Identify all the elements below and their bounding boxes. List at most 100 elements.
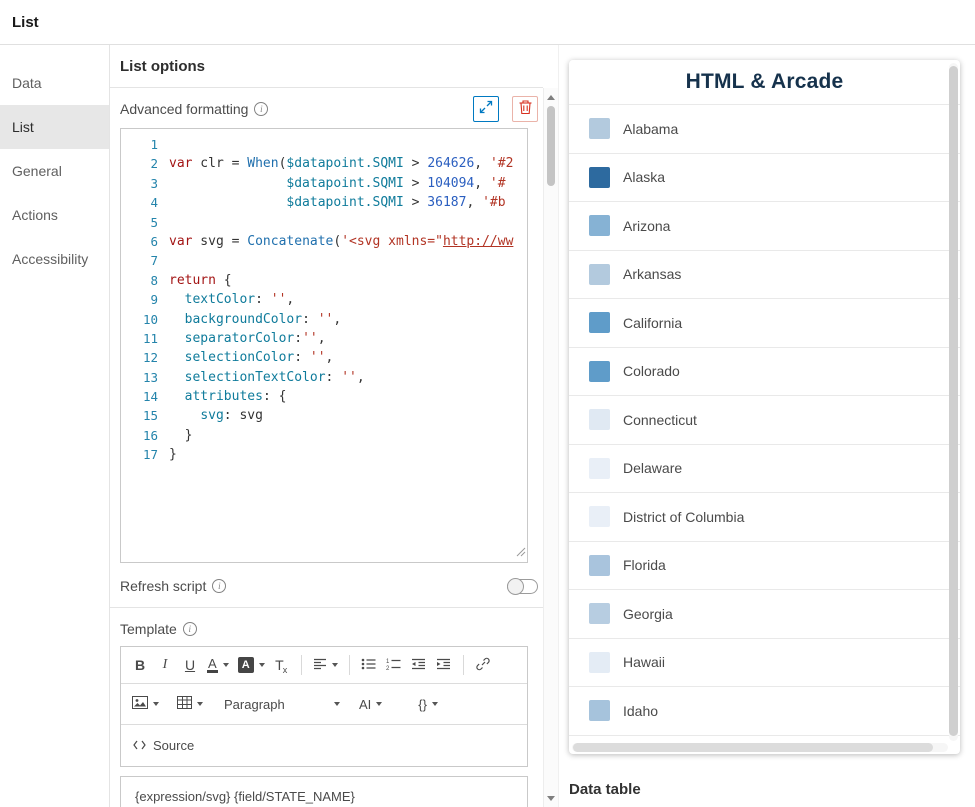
preview-horizontal-scrollbar[interactable] <box>572 743 948 752</box>
state-name: District of Columbia <box>623 508 745 525</box>
line-number: 1 <box>150 137 158 152</box>
list-item-arizona[interactable]: Arizona <box>569 202 960 251</box>
bulleted-list-icon <box>361 657 376 673</box>
list-item-arkansas[interactable]: Arkansas <box>569 250 960 299</box>
line-number: 7 <box>150 253 158 269</box>
refresh-script-label: Refresh script <box>120 578 207 594</box>
code-line: svg: svg <box>200 408 263 424</box>
clear-formatting-button[interactable]: Tx <box>270 652 293 678</box>
bold-button[interactable]: B <box>129 652 151 678</box>
sidebar-item-actions[interactable]: Actions <box>0 193 109 237</box>
template-label: Template <box>120 620 177 637</box>
line-number: 6 <box>150 233 158 249</box>
state-name: Hawaii <box>623 654 666 671</box>
toolbar-divider <box>300 655 302 675</box>
list-item-delaware[interactable]: Delaware <box>569 444 960 493</box>
expand-icon <box>479 100 493 119</box>
advanced-formatting-label: Advanced formatting <box>120 101 249 117</box>
paragraph-style-dropdown[interactable]: Paragraph <box>218 691 346 717</box>
italic-button[interactable]: I <box>154 652 176 678</box>
list-preview-card: HTML & Arcade Alabama Alaska Arizona Arkans… <box>569 60 960 754</box>
line-number: 4 <box>150 195 158 211</box>
list-item-california[interactable]: California <box>569 299 960 348</box>
line-number: 9 <box>150 292 158 308</box>
alignment-button[interactable] <box>309 652 341 678</box>
numbered-list-button[interactable]: 12 <box>382 652 405 678</box>
arcade-code-editor[interactable]: 1 2 3 4 5 6 7 8 9 10 11 12 13 14 15 16 17 var clr = When… <box>120 128 528 563</box>
link-button[interactable] <box>471 652 494 678</box>
code-line: var clr = When($datapoint.SQMI > 264626,… <box>169 156 514 172</box>
insert-table-button[interactable] <box>174 691 206 717</box>
code-line: textColor: '', <box>184 292 295 308</box>
state-color-swatch <box>589 215 610 237</box>
line-number: 5 <box>150 214 158 230</box>
code-line: var svg = Concatenate('<svg xmlns="http:… <box>169 233 514 249</box>
dynamic-content-label: {} <box>418 696 427 712</box>
scrollbar-thumb[interactable] <box>547 106 555 186</box>
state-color-swatch <box>589 118 610 140</box>
state-name: Georgia <box>623 605 673 622</box>
list-item-idaho[interactable]: Idaho <box>569 687 960 736</box>
increase-indent-button[interactable] <box>432 652 455 678</box>
template-content-text: {expression/svg} {field/STATE_NAME} <box>135 789 355 804</box>
underline-button[interactable]: U <box>179 652 201 678</box>
list-item-hawaii[interactable]: Hawaii <box>569 638 960 687</box>
list-item-colorado[interactable]: Colorado <box>569 347 960 396</box>
refresh-script-toggle[interactable] <box>507 577 538 595</box>
list-item-alabama[interactable]: Alabama <box>569 105 960 154</box>
info-icon[interactable]: i <box>254 102 269 116</box>
template-content-editor[interactable]: {expression/svg} {field/STATE_NAME} <box>120 776 528 807</box>
data-table-label: Data table <box>569 781 641 798</box>
info-icon[interactable]: i <box>212 579 227 593</box>
scrollbar-thumb[interactable] <box>949 66 958 736</box>
state-name: California <box>623 314 683 331</box>
increase-indent-icon <box>436 657 451 673</box>
font-color-button[interactable]: A <box>204 652 232 678</box>
editor-resize-handle[interactable] <box>516 546 526 561</box>
line-number: 2 <box>150 156 158 172</box>
chevron-down-icon <box>334 702 340 706</box>
options-scrollbar[interactable] <box>543 88 558 807</box>
font-color-icon: A <box>207 655 218 673</box>
align-left-icon <box>313 657 327 673</box>
insert-image-button[interactable] <box>129 691 162 717</box>
list-item-alaska[interactable]: Alaska <box>569 153 960 202</box>
decrease-indent-button[interactable] <box>407 652 430 678</box>
highlight-color-button[interactable]: A <box>234 652 268 678</box>
code-line: return { <box>169 272 232 288</box>
state-color-swatch <box>589 651 610 673</box>
delete-expression-button[interactable] <box>512 96 538 122</box>
source-button[interactable]: Source <box>129 732 199 759</box>
bulleted-list-button[interactable] <box>357 652 380 678</box>
sidebar-item-list[interactable]: List <box>0 105 109 149</box>
image-icon <box>132 696 148 712</box>
list-item-georgia[interactable]: Georgia <box>569 590 960 639</box>
toolbar-divider <box>348 655 350 675</box>
decrease-indent-icon <box>411 657 426 673</box>
scrollbar-thumb[interactable] <box>573 743 933 752</box>
scroll-down-arrow[interactable] <box>544 791 558 805</box>
chevron-down-icon <box>222 663 229 667</box>
rich-text-toolbar: B I U A A Tx 1 2 Paragraph AI {} Source <box>120 646 528 767</box>
code-line: $datapoint.SQMI > 36187, '#b <box>286 195 506 211</box>
ai-dropdown[interactable]: AI <box>354 691 388 717</box>
expand-editor-button[interactable] <box>473 96 499 122</box>
line-number: 10 <box>142 311 158 327</box>
sidebar-item-data[interactable]: Data <box>0 61 109 105</box>
options-panel: List options Advanced formatting i 1 2 3… <box>110 45 543 807</box>
line-number: 12 <box>142 350 158 366</box>
line-number: 17 <box>142 447 158 463</box>
section-divider <box>110 607 543 608</box>
list-item-connecticut[interactable]: Connecticut <box>569 396 960 445</box>
sidebar-item-accessibility[interactable]: Accessibility <box>0 237 109 281</box>
sidebar-item-general[interactable]: General <box>0 149 109 193</box>
list-item-district-of-columbia[interactable]: District of Columbia <box>569 493 960 542</box>
toolbar-row-1: B I U A A Tx 1 2 <box>121 647 527 684</box>
numbered-list-icon: 12 <box>386 657 401 673</box>
dynamic-content-dropdown[interactable]: {} <box>413 691 443 717</box>
preview-vertical-scrollbar[interactable] <box>949 63 958 741</box>
info-icon[interactable]: i <box>182 621 197 636</box>
code-line: } <box>169 427 193 443</box>
list-item-florida[interactable]: Florida <box>569 541 960 590</box>
scroll-up-arrow[interactable] <box>544 90 558 104</box>
